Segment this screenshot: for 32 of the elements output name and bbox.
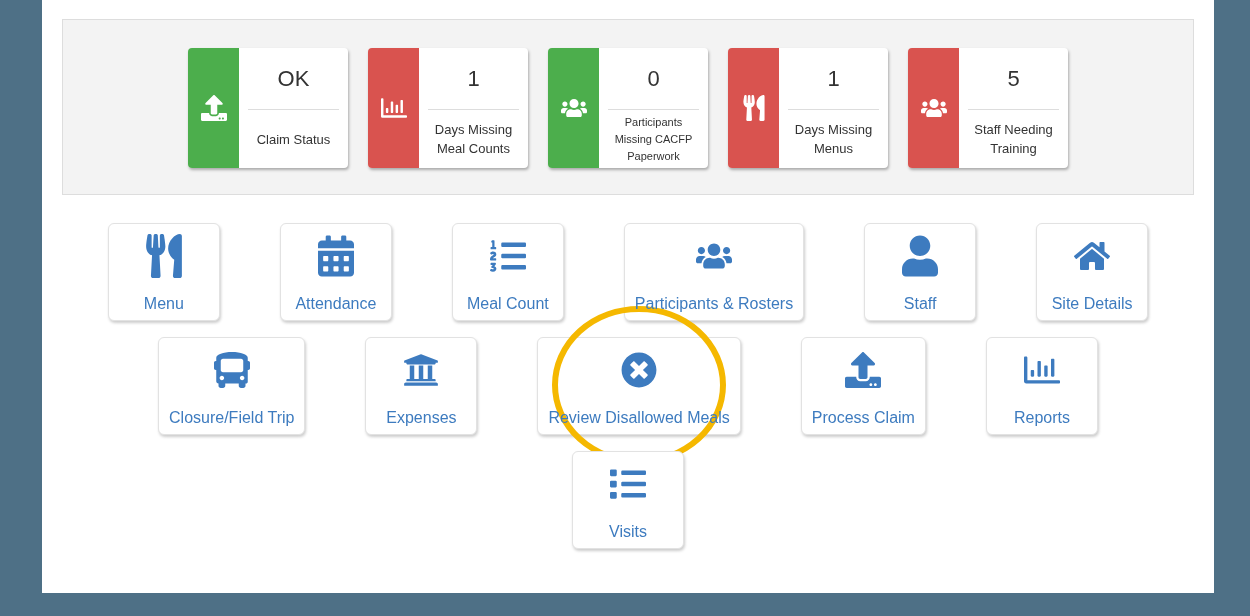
status-label: Claim Status — [255, 130, 332, 149]
utensils-icon — [740, 95, 767, 121]
utensils-icon — [145, 234, 182, 278]
status-card[interactable]: 1 Days Missing Meal Counts — [368, 48, 528, 168]
status-value: 0 — [646, 65, 661, 93]
status-card[interactable]: OK Claim Status — [188, 48, 348, 168]
nav-tile[interactable]: Site Details — [1036, 223, 1149, 321]
status-label: Days Missing Menus — [793, 121, 874, 158]
nav-tile[interactable]: Expenses — [365, 337, 478, 435]
status-card[interactable]: 5 Staff Needing Training — [908, 48, 1068, 168]
nav-tile[interactable]: Meal Count — [451, 223, 564, 321]
nav-tile[interactable]: Staff — [864, 223, 977, 321]
nav-tile[interactable]: Visits — [572, 451, 684, 549]
calendar-icon — [317, 234, 354, 278]
status-value: 1 — [826, 65, 841, 93]
nav-tile[interactable]: Closure/Field Trip — [158, 337, 306, 435]
nav-tile[interactable]: Process Claim — [800, 337, 926, 435]
status-label: Participants Missing CACFP Paperwork — [613, 114, 694, 164]
status-value: OK — [276, 65, 311, 93]
nav-tile[interactable]: Participants & Rosters — [623, 223, 805, 321]
nav-tile[interactable]: Attendance — [279, 223, 392, 321]
nav-tile[interactable]: Reports — [985, 337, 1098, 435]
status-card[interactable]: 0 Participants Missing CACFP Paperwork — [548, 48, 708, 168]
status-card[interactable]: 1 Days Missing Menus — [728, 48, 888, 168]
bar-chart-icon — [380, 95, 407, 121]
upload-icon — [200, 95, 227, 121]
status-value: 1 — [466, 65, 481, 93]
status-value: 5 — [1006, 65, 1021, 93]
status-label: Staff Needing Training — [973, 121, 1054, 158]
status-label: Days Missing Meal Counts — [433, 121, 514, 158]
user-icon — [902, 234, 939, 278]
nav-tile[interactable]: Menu — [107, 223, 220, 321]
